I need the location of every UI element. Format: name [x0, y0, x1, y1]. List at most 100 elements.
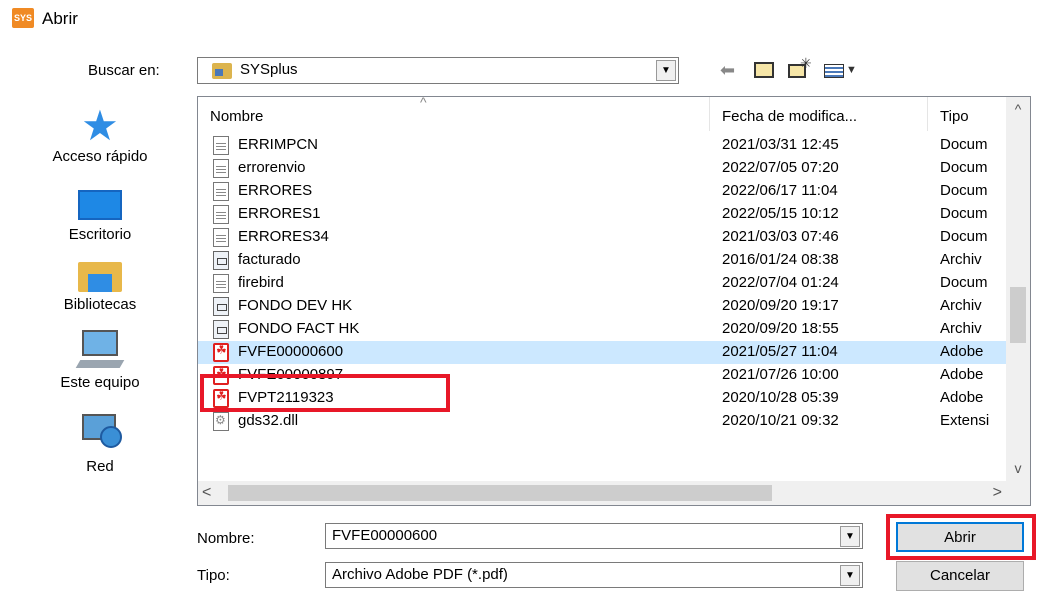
column-type[interactable]: Tipo [928, 97, 1006, 131]
chevron-down-icon[interactable]: ▼ [840, 526, 860, 547]
place-label: Bibliotecas [63, 296, 137, 313]
column-type-label: Tipo [940, 108, 969, 125]
file-type: Archiv [940, 251, 982, 268]
file-row[interactable]: ERRIMPCN 2021/03/31 12:45 Docum [198, 134, 1006, 157]
file-name: ERRORES34 [238, 228, 329, 245]
place-label: Este equipo [60, 374, 140, 391]
app-icon: SYS [12, 8, 34, 28]
filetype-combo[interactable]: Archivo Adobe PDF (*.pdf) ▼ [325, 562, 863, 588]
file-type: Docum [940, 136, 988, 153]
view-menu-icon[interactable]: ▼ [824, 58, 864, 82]
file-type: Archiv [940, 297, 982, 314]
file-date: 2020/10/21 09:32 [722, 412, 839, 429]
file-name: firebird [238, 274, 284, 291]
file-row[interactable]: ERRORES1 2022/05/15 10:12 Docum [198, 203, 1006, 226]
file-row[interactable]: FVFE00000600 2021/05/27 11:04 Adobe [198, 341, 1006, 364]
file-row[interactable]: gds32.dll 2020/10/21 09:32 Extensi [198, 410, 1006, 433]
file-row[interactable]: firebird 2022/07/04 01:24 Docum [198, 272, 1006, 295]
file-name: FVPT2119323 [238, 389, 334, 406]
place-label: Red [86, 458, 114, 475]
file-date: 2021/03/03 07:46 [722, 228, 839, 245]
title-bar: SYS Abrir [0, 0, 1039, 38]
star-icon: ★ [81, 102, 119, 149]
place-network[interactable]: Red [30, 412, 170, 475]
place-label: Acceso rápido [52, 148, 148, 165]
file-date: 2021/07/26 10:00 [722, 366, 839, 383]
sort-up-icon: ^ [420, 96, 427, 110]
file-date: 2020/10/28 05:39 [722, 389, 839, 406]
place-this-pc[interactable]: Este equipo [30, 328, 170, 391]
cancel-button[interactable]: Cancelar [896, 561, 1024, 591]
file-list[interactable]: Nombre ^ Fecha de modifica... Tipo ERRIM… [197, 96, 1031, 506]
place-libraries[interactable]: Bibliotecas [30, 258, 170, 313]
new-folder-icon[interactable]: ✳ [786, 55, 812, 82]
file-name: errorenvio [238, 159, 306, 176]
file-date: 2016/01/24 08:38 [722, 251, 839, 268]
place-quick-access[interactable]: ★ Acceso rápido [30, 102, 170, 166]
column-date[interactable]: Fecha de modifica... [710, 97, 928, 131]
filetype-value: Archivo Adobe PDF (*.pdf) [332, 566, 508, 583]
network-icon [78, 412, 122, 456]
dll-file-icon [213, 412, 229, 431]
scroll-down-icon[interactable]: v [1006, 457, 1030, 481]
filename-label: Nombre: [197, 530, 255, 547]
chevron-down-icon[interactable]: ▼ [656, 60, 676, 81]
filename-combo[interactable]: FVFE00000600 ▼ [325, 523, 863, 549]
file-type: Extensi [940, 412, 990, 429]
document-icon [213, 205, 229, 224]
folder-icon [212, 63, 232, 79]
file-row[interactable]: facturado 2016/01/24 08:38 Archiv [198, 249, 1006, 272]
document-icon [213, 159, 229, 178]
file-row[interactable]: ERRORES 2022/06/17 11:04 Docum [198, 180, 1006, 203]
filetype-label: Tipo: [197, 567, 230, 584]
up-folder-icon[interactable] [752, 58, 776, 82]
file-name: gds32.dll [238, 412, 299, 429]
file-name: facturado [238, 251, 301, 268]
scroll-up-icon[interactable]: ^ [1006, 97, 1030, 121]
file-name: FONDO FACT HK [238, 320, 360, 337]
file-date: 2022/07/05 07:20 [722, 159, 839, 176]
column-name[interactable]: Nombre ^ [198, 97, 710, 131]
file-name: ERRORES [238, 182, 313, 199]
open-button[interactable]: Abrir [896, 522, 1024, 552]
file-icon [213, 297, 229, 316]
file-name: FVFE00000897 [238, 366, 344, 383]
file-row[interactable]: FONDO DEV HK 2020/09/20 19:17 Archiv [198, 295, 1006, 318]
filename-value[interactable]: FVFE00000600 [332, 527, 437, 544]
file-name: ERRIMPCN [238, 136, 319, 153]
vertical-scrollbar[interactable]: ^ v [1006, 97, 1030, 481]
file-type: Adobe [940, 389, 984, 406]
file-date: 2022/06/17 11:04 [722, 182, 838, 199]
file-type: Adobe [940, 366, 984, 383]
place-desktop[interactable]: Escritorio [30, 190, 170, 243]
back-arrow-icon[interactable]: ⬅ [720, 58, 735, 82]
scroll-thumb-horizontal[interactable] [228, 485, 772, 501]
file-date: 2022/05/15 10:12 [722, 205, 839, 222]
file-name: ERRORES1 [238, 205, 321, 222]
file-row[interactable]: FVFE00000897 2021/07/26 10:00 Adobe [198, 364, 1006, 387]
file-row[interactable]: FONDO FACT HK 2020/09/20 18:55 Archiv [198, 318, 1006, 341]
pdf-file-icon [213, 389, 229, 408]
file-type: Archiv [940, 320, 982, 337]
scroll-left-icon[interactable]: < [202, 481, 222, 505]
pdf-file-icon [213, 343, 229, 362]
chevron-down-icon[interactable]: ▼ [840, 565, 860, 586]
lookin-dropdown[interactable]: SYSplus ▼ [197, 57, 679, 84]
file-row[interactable]: ERRORES34 2021/03/03 07:46 Docum [198, 226, 1006, 249]
file-date: 2021/03/31 12:45 [722, 136, 839, 153]
horizontal-scrollbar[interactable]: < > [198, 481, 1006, 505]
file-type: Docum [940, 205, 988, 222]
document-icon [213, 274, 229, 293]
place-label: Escritorio [68, 226, 132, 243]
file-name: FVFE00000600 [238, 343, 344, 360]
file-type: Docum [940, 182, 988, 199]
file-date: 2022/07/04 01:24 [722, 274, 839, 291]
file-date: 2021/05/27 11:04 [722, 343, 838, 360]
file-row[interactable]: FVPT2119323 2020/10/28 05:39 Adobe [198, 387, 1006, 410]
file-row[interactable]: errorenvio 2022/07/05 07:20 Docum [198, 157, 1006, 180]
scroll-thumb[interactable] [1010, 287, 1026, 343]
lookin-value: SYSplus [240, 61, 298, 78]
desktop-icon [78, 190, 122, 220]
pdf-file-icon [213, 366, 229, 385]
scroll-right-icon[interactable]: > [982, 481, 1002, 505]
